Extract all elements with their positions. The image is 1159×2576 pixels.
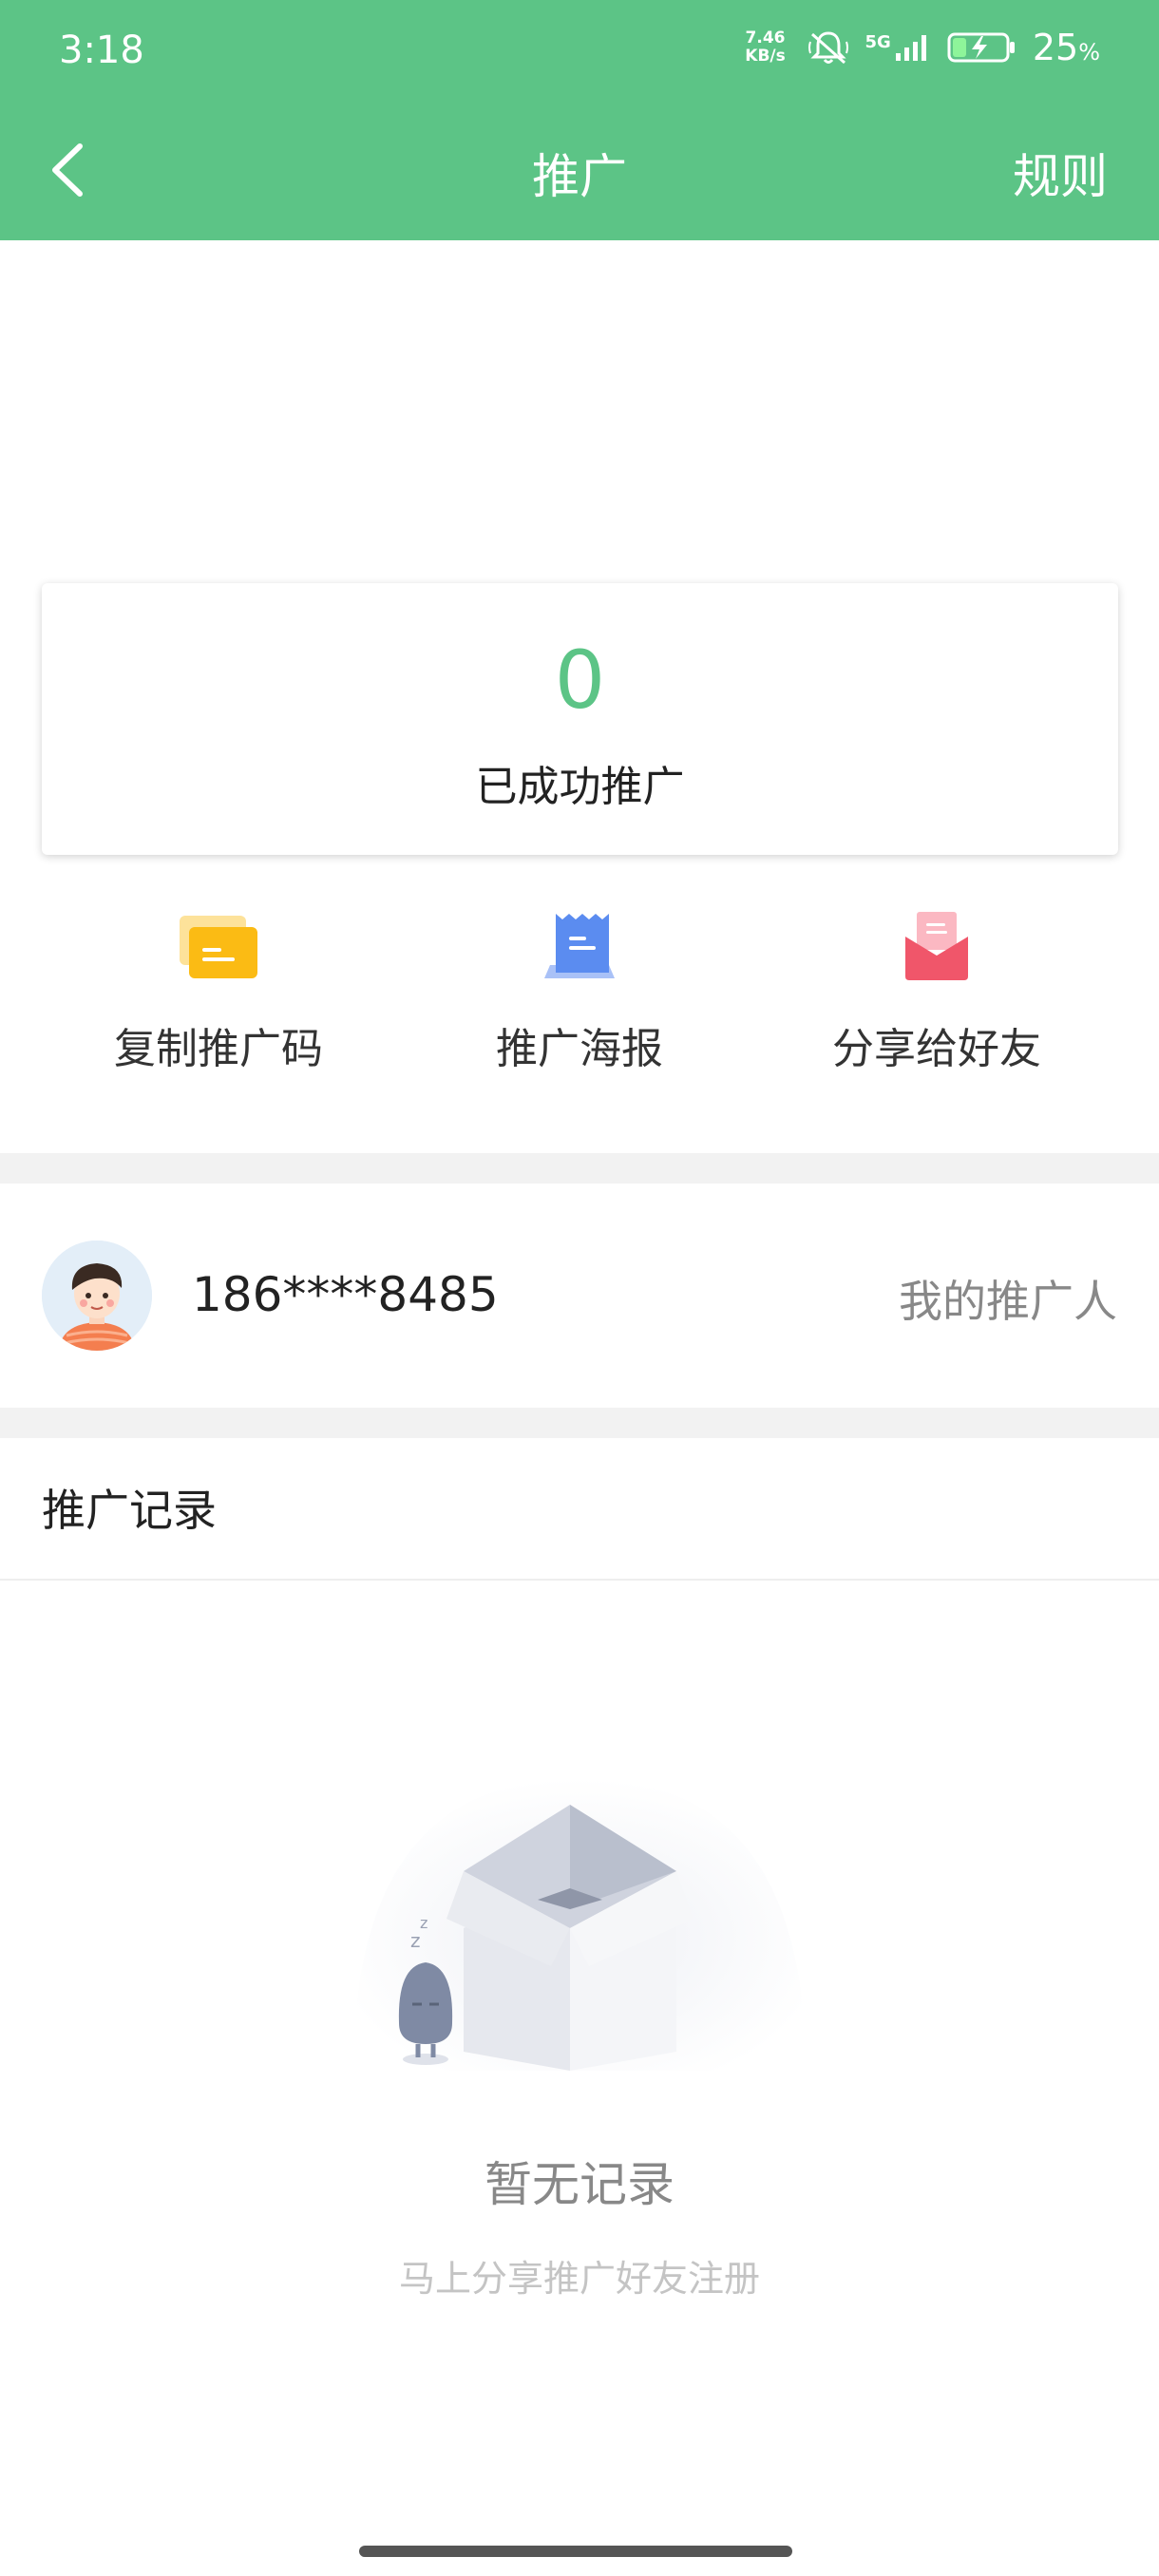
copy-promo-code-button[interactable]: 复制推广码 — [76, 908, 361, 1075]
rules-button[interactable]: 规则 — [1013, 139, 1108, 207]
network-speed: 7.46 KB/s — [740, 29, 791, 66]
share-to-friends-button[interactable]: 分享给好友 — [794, 908, 1079, 1075]
signal-indicator: 5G — [865, 32, 932, 63]
promo-poster-button[interactable]: 推广海报 — [437, 908, 722, 1075]
home-indicator[interactable] — [359, 2546, 792, 2557]
nav-bar: 推广 规则 — [0, 122, 1159, 217]
svg-text:z: z — [420, 1914, 428, 1932]
network-speed-value: 7.46 — [745, 28, 786, 47]
inviter-phone: 186****8485 — [192, 1267, 499, 1322]
success-count: 0 — [554, 634, 606, 727]
promotion-stats-card: 0 已成功推广 — [42, 583, 1118, 855]
battery-charging-icon — [947, 32, 1015, 63]
promo-code-card-icon — [180, 916, 257, 978]
my-inviter-label: 我的推广人 — [899, 1276, 1117, 1327]
empty-state-title: 暂无记录 — [484, 2157, 674, 2212]
my-inviter-row[interactable]: 186****8485 我的推广人 — [0, 1184, 1159, 1408]
status-time: 3:18 — [59, 28, 144, 72]
avatar-boy-icon — [42, 1241, 152, 1351]
share-envelope-icon — [905, 912, 968, 980]
records-divider — [0, 1579, 1159, 1581]
section-divider — [0, 1408, 1159, 1438]
poster-icon — [544, 914, 615, 978]
records-title: 推广记录 — [42, 1485, 217, 1536]
empty-state-subtitle: 马上分享推广好友注册 — [398, 2258, 760, 2300]
svg-text:z: z — [410, 1929, 421, 1952]
network-type: 5G — [864, 32, 891, 52]
avatar — [42, 1241, 152, 1351]
app-header: 3:18 7.46 KB/s 5G 25% 推广 规则 — [0, 0, 1159, 240]
promo-poster-label: 推广海报 — [496, 1025, 663, 1073]
battery-percent: 25% — [1032, 27, 1100, 68]
status-bar: 3:18 7.46 KB/s 5G 25% — [0, 0, 1159, 104]
network-speed-unit: KB/s — [745, 47, 786, 66]
signal-icon — [895, 35, 926, 61]
success-label: 已成功推广 — [475, 763, 685, 811]
empty-box-icon: z z — [353, 1778, 806, 2071]
copy-promo-code-label: 复制推广码 — [114, 1025, 323, 1073]
bell-muted-icon — [808, 31, 848, 65]
share-to-friends-label: 分享给好友 — [832, 1025, 1041, 1073]
action-row: 复制推广码 推广海报 分享给好友 — [0, 908, 1159, 1089]
status-indicators: 7.46 KB/s 5G 25% — [740, 27, 1100, 68]
section-divider — [0, 1153, 1159, 1184]
page-title: 推广 — [532, 149, 627, 204]
